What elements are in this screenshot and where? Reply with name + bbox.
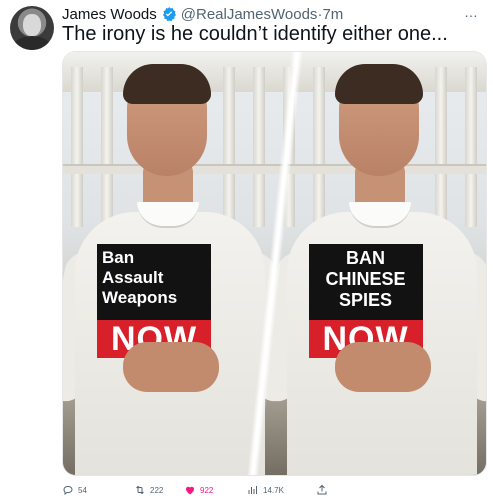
views-button[interactable]: 14.7K <box>247 484 284 496</box>
tweet-time[interactable]: 7m <box>322 6 343 23</box>
analytics-icon <box>248 486 257 494</box>
sweatshirt-slogan-left: Ban Assault Weapons NOW <box>97 244 211 358</box>
column <box>434 67 447 227</box>
verified-badge-icon <box>162 7 176 22</box>
tweet-header: James Woods @RealJamesWoods · 7m … <box>62 4 479 24</box>
clasped-hands <box>334 342 431 392</box>
media-panel-right: BAN CHINESE SPIES NOW <box>274 52 486 475</box>
slogan-line: CHINESE <box>325 269 406 289</box>
avatar-coat <box>14 36 50 50</box>
author-handle[interactable]: @RealJamesWoods <box>181 6 318 23</box>
column <box>71 67 83 227</box>
view-count: 14.7K <box>263 485 284 495</box>
sweatshirt-slogan-right: BAN CHINESE SPIES NOW <box>308 244 423 358</box>
column <box>101 67 113 227</box>
media-panel-left: Ban Assault Weapons NOW <box>63 52 275 475</box>
retweet-button[interactable]: 222 <box>134 484 163 496</box>
reply-icon <box>63 486 73 495</box>
column <box>253 67 265 227</box>
avatar-face <box>23 14 41 36</box>
tweet-text: The irony is he couldn’t identify either… <box>62 23 448 45</box>
slogan-line: Ban <box>102 248 135 267</box>
hair <box>123 64 211 104</box>
reply-count: 54 <box>78 485 87 495</box>
like-count: 922 <box>200 485 214 495</box>
slogan-line: Assault <box>102 268 164 287</box>
tweet-actions: 54 222 922 14.7K <box>62 483 487 497</box>
reply-button[interactable]: 54 <box>62 484 87 496</box>
author-name[interactable]: James Woods <box>62 6 157 23</box>
heart-icon <box>186 486 194 495</box>
clasped-hands <box>123 342 219 392</box>
column <box>464 67 477 227</box>
slogan-line: Weapons <box>102 288 178 307</box>
tweet-media[interactable]: Ban Assault Weapons NOW BAN CHINESE SPIE <box>62 51 487 476</box>
author-avatar[interactable] <box>10 6 54 50</box>
share-icon <box>317 484 327 495</box>
share-button[interactable] <box>316 484 332 496</box>
like-button[interactable]: 922 <box>184 484 213 496</box>
slogan-line: SPIES <box>338 290 393 310</box>
more-options-icon[interactable]: … <box>464 4 479 20</box>
slogan-words: Ban Assault Weapons <box>97 248 211 308</box>
column <box>223 67 235 227</box>
column <box>312 67 325 227</box>
retweet-icon <box>136 485 144 495</box>
slogan-line: BAN <box>346 248 385 268</box>
retweet-count: 222 <box>150 485 164 495</box>
hair <box>334 64 423 104</box>
slogan-words: BAN CHINESE SPIES <box>309 248 423 311</box>
